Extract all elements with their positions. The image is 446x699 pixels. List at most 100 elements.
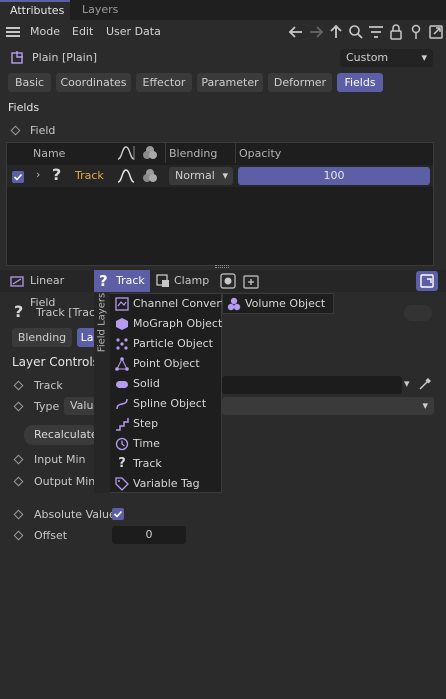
panel-toggle[interactable] xyxy=(404,305,432,321)
tag-icon xyxy=(115,477,129,491)
menu-item-particle-object[interactable]: Particle Object xyxy=(115,334,221,354)
search-icon[interactable] xyxy=(347,23,365,41)
particle-object-icon xyxy=(115,337,129,351)
track-input[interactable] xyxy=(222,376,402,394)
menu-edit[interactable]: Edit xyxy=(72,25,93,38)
menu-item-label: Solid xyxy=(133,377,160,390)
menu-item-spline-object[interactable]: Spline Object xyxy=(115,394,221,414)
layer-tab-clamp[interactable]: Clamp xyxy=(152,270,210,292)
menu-item-mograph-object[interactable]: MoGraph Object xyxy=(115,314,222,334)
menu-item-label: Track xyxy=(133,457,162,470)
col-header-blending: Blending xyxy=(169,147,218,160)
opacity-slider[interactable]: 100 xyxy=(238,167,430,185)
keyframe-diamond-icon[interactable] xyxy=(13,509,24,520)
new-window-icon[interactable] xyxy=(427,23,445,41)
field-row-name[interactable]: Track xyxy=(75,169,104,182)
submenu: Volume Object xyxy=(222,293,334,314)
col-header-opacity: Opacity xyxy=(239,147,282,160)
spline-object-icon xyxy=(115,397,129,411)
menu-item-step[interactable]: Step xyxy=(115,414,221,434)
keyframe-diamond-icon[interactable] xyxy=(13,401,24,412)
keyframe-diamond-icon[interactable] xyxy=(10,125,21,136)
menu-item-volume-object[interactable]: Volume Object xyxy=(227,294,331,314)
keyframe-diamond-icon[interactable] xyxy=(13,530,24,541)
layer-tab-bar: Linear Field ? Track Clamp xyxy=(0,270,446,309)
menu-user-data[interactable]: User Data xyxy=(106,25,161,38)
absolute-value-checkbox[interactable] xyxy=(112,508,124,520)
pin-icon[interactable] xyxy=(407,23,425,41)
linear-field-icon xyxy=(10,274,24,288)
curve-icon xyxy=(117,145,135,161)
type-dropdown[interactable]: Value xyxy=(64,397,100,415)
section-title-fields: Fields xyxy=(8,101,40,114)
blending-value: Normal xyxy=(175,169,215,182)
menu-item-label: Volume Object xyxy=(245,297,326,310)
recalculate-button[interactable]: Recalculate In xyxy=(24,425,98,445)
blending-venn-icon[interactable] xyxy=(141,168,159,184)
keyframe-diamond-icon[interactable] xyxy=(13,380,24,391)
type-label: Type xyxy=(34,400,60,413)
popup-side-strip: Field Layers xyxy=(94,293,110,493)
offset-label: Offset xyxy=(34,529,68,542)
subtab-effector[interactable]: Effector xyxy=(136,73,192,92)
object-header: Plain [Plain] Custom ▾ xyxy=(0,46,446,70)
menu-item-channel-convert[interactable]: Channel Convert xyxy=(115,294,225,314)
layer-tab-linear-field[interactable]: Linear Field xyxy=(6,270,92,309)
track-label: Track xyxy=(34,379,63,392)
add-layer-icon[interactable] xyxy=(243,273,259,289)
chevron-right-icon[interactable]: › xyxy=(36,168,40,181)
mograph-object-icon xyxy=(115,317,129,331)
expand-panel-button[interactable] xyxy=(416,271,438,291)
offset-input[interactable]: 0 xyxy=(112,526,186,544)
column-divider[interactable] xyxy=(235,143,236,163)
menu-item-label: Particle Object xyxy=(133,337,213,350)
menu-item-point-object[interactable]: Point Object xyxy=(115,354,221,374)
type-dropdown-extension[interactable]: ▾ xyxy=(222,397,434,415)
object-name: Plain [Plain] xyxy=(32,51,97,64)
subtab-coordinates[interactable]: Coordinates xyxy=(56,73,131,92)
back-arrow-icon[interactable] xyxy=(287,23,305,41)
menu-item-label: Time xyxy=(133,437,160,450)
menu-item-label: Channel Convert xyxy=(133,297,226,310)
subtab-basic[interactable]: Basic xyxy=(8,73,51,92)
point-object-icon xyxy=(115,357,129,371)
tab-layers-label: Layers xyxy=(82,3,119,16)
solid-icon xyxy=(115,377,129,391)
up-arrow-icon[interactable] xyxy=(327,23,345,41)
plain-effector-icon xyxy=(10,49,26,65)
filter-icon[interactable] xyxy=(367,23,385,41)
menu-item-time[interactable]: Time xyxy=(115,434,221,454)
hamburger-icon[interactable] xyxy=(6,26,20,38)
keyframe-diamond-icon[interactable] xyxy=(13,454,24,465)
output-min-label: Output Min xyxy=(34,475,96,488)
preset-value: Custom xyxy=(346,51,389,64)
subtab-fields[interactable]: Fields xyxy=(337,73,383,92)
absolute-value-label: Absolute Value xyxy=(34,508,116,521)
curve-icon[interactable] xyxy=(117,168,135,184)
subtab-deformer[interactable]: Deformer xyxy=(268,73,332,92)
forward-arrow-icon[interactable] xyxy=(307,23,325,41)
menu-mode[interactable]: Mode xyxy=(30,25,60,38)
keyframe-diamond-icon[interactable] xyxy=(13,476,24,487)
lock-icon[interactable] xyxy=(387,23,405,41)
subtab-parameter[interactable]: Parameter xyxy=(197,73,263,92)
table-row[interactable]: › ? Track Normal ▾ 100 xyxy=(7,165,433,187)
layer-tab-label: Clamp xyxy=(174,274,210,287)
tab-attributes[interactable]: Attributes xyxy=(0,0,70,20)
eyedropper-icon[interactable] xyxy=(418,377,432,391)
menu-item-track[interactable]: ? Track xyxy=(115,454,221,474)
channel-convert-icon xyxy=(115,297,129,311)
layer-toggle-icon[interactable] xyxy=(220,273,236,289)
blending-dropdown[interactable]: Normal ▾ xyxy=(169,167,233,185)
step-icon xyxy=(115,417,129,431)
preset-dropdown[interactable]: Custom ▾ xyxy=(340,49,433,67)
tab-layers[interactable]: Layers xyxy=(72,0,132,20)
resize-handle[interactable] xyxy=(215,265,229,268)
chevron-down-icon[interactable]: ▾ xyxy=(404,377,410,390)
enable-checkbox[interactable] xyxy=(12,171,24,183)
column-divider[interactable] xyxy=(165,143,166,163)
menu-item-solid[interactable]: Solid xyxy=(115,374,221,394)
menu-item-variable-tag[interactable]: Variable Tag xyxy=(115,474,221,494)
clamp-icon xyxy=(156,274,170,288)
subtab-blending[interactable]: Blending xyxy=(12,328,72,347)
